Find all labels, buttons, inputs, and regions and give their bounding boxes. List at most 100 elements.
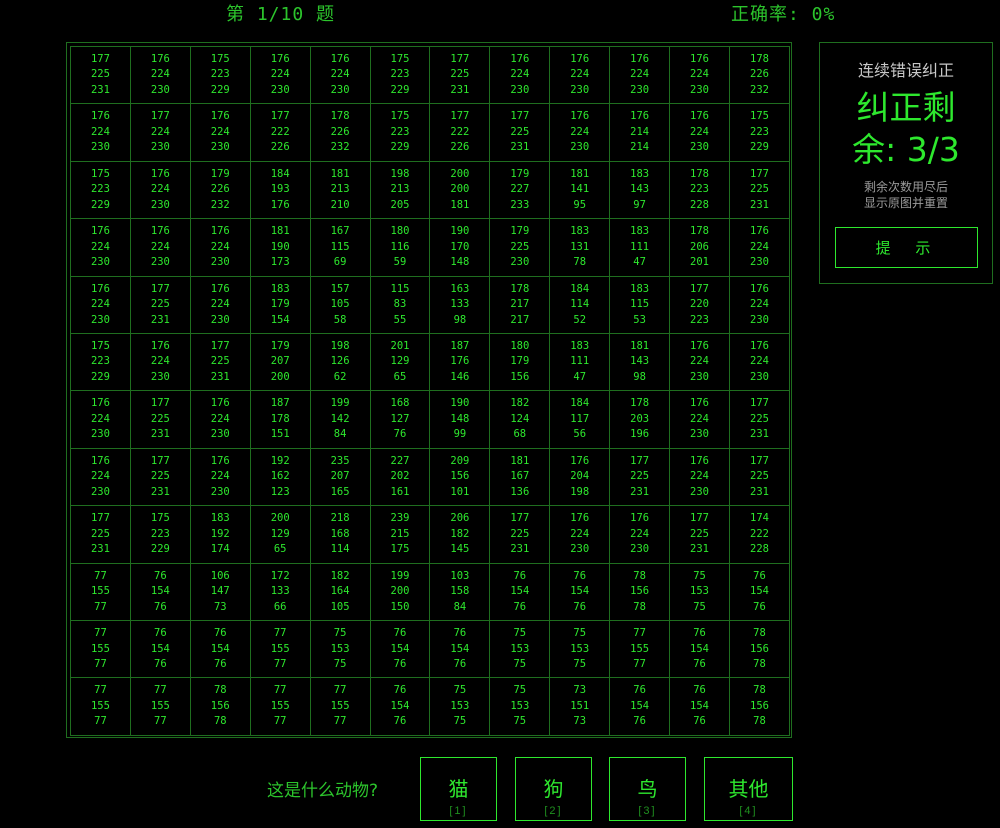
green-value: 224 <box>330 68 350 81</box>
blue-value: 58 <box>333 313 347 326</box>
red-value: 183 <box>270 282 290 295</box>
answer-label: 其他 <box>728 776 769 801</box>
green-value: 223 <box>90 183 110 196</box>
blue-value: 84 <box>453 600 467 613</box>
pixel-cell: 187 176 146 <box>429 333 491 392</box>
hint-button[interactable]: 提 示 <box>834 227 978 268</box>
pixel-cell: 176 224 230 <box>728 275 791 335</box>
red-value: 175 <box>90 167 110 180</box>
blue-value: 78 <box>753 715 766 728</box>
green-value: 225 <box>150 298 170 311</box>
blue-value: 52 <box>573 313 587 326</box>
blue-value: 47 <box>573 370 587 383</box>
blue-value: 53 <box>633 313 646 326</box>
answer-key: [1] <box>449 804 468 817</box>
pixel-cell: 177 224 230 <box>129 103 191 162</box>
blue-value: 226 <box>450 141 470 154</box>
grid-row: 177 225 231 175 223 229 183 192 174 200 129 65 218 16… <box>70 505 791 564</box>
red-value: 76 <box>453 627 467 640</box>
answer-bird-button[interactable]: 鸟 [3] <box>609 757 686 821</box>
green-value: 115 <box>630 298 650 311</box>
red-value: 176 <box>150 339 170 352</box>
blue-value: 175 <box>390 543 410 556</box>
blue-value: 77 <box>633 658 646 671</box>
blue-value: 75 <box>513 658 527 671</box>
pixel-cell: 177 225 231 <box>189 333 251 392</box>
blue-value: 123 <box>270 485 290 498</box>
answer-label: 狗 <box>543 776 564 801</box>
green-value: 83 <box>393 298 407 311</box>
blue-value: 229 <box>750 141 769 154</box>
red-value: 206 <box>450 512 470 525</box>
red-value: 177 <box>90 512 110 525</box>
red-value: 199 <box>390 569 410 582</box>
blue-value: 226 <box>270 141 290 154</box>
green-value: 127 <box>390 412 410 425</box>
pixel-cell: 75 153 75 <box>549 620 611 679</box>
green-value: 224 <box>150 240 170 253</box>
green-value: 223 <box>150 527 170 540</box>
blue-value: 230 <box>750 256 769 269</box>
pixel-cell: 176 204 198 <box>549 447 611 507</box>
blue-value: 230 <box>90 141 110 154</box>
red-value: 235 <box>330 454 350 467</box>
blue-value: 231 <box>510 543 530 556</box>
green-value: 141 <box>570 183 590 196</box>
red-value: 176 <box>330 52 350 65</box>
red-value: 180 <box>390 225 410 238</box>
pixel-cell: 176 224 230 <box>669 45 730 105</box>
pixel-cell: 76 154 76 <box>129 620 191 679</box>
pixel-cell: 176 224 230 <box>70 103 131 162</box>
green-value: 224 <box>90 240 110 253</box>
green-value: 153 <box>450 699 470 712</box>
answer-cat-button[interactable]: 猫 [1] <box>420 757 497 821</box>
pixel-cell: 182 164 105 <box>309 562 371 622</box>
green-value: 224 <box>750 240 769 253</box>
red-value: 176 <box>90 454 110 467</box>
pixel-cell: 181 143 98 <box>609 333 671 392</box>
blue-value: 232 <box>330 141 350 154</box>
blue-value: 230 <box>150 370 170 383</box>
pixel-cell: 181 213 210 <box>309 160 371 220</box>
green-value: 204 <box>570 470 590 483</box>
blue-value: 55 <box>393 313 407 326</box>
red-value: 177 <box>270 110 290 123</box>
pixel-cell: 175 223 229 <box>70 160 131 220</box>
green-value: 154 <box>150 585 170 598</box>
blue-value: 223 <box>690 313 709 326</box>
blue-value: 230 <box>210 141 230 154</box>
blue-value: 75 <box>573 658 587 671</box>
blue-value: 198 <box>570 485 590 498</box>
blue-value: 231 <box>750 485 769 498</box>
answer-other-button[interactable]: 其他 [4] <box>704 757 793 821</box>
blue-value: 231 <box>750 428 769 441</box>
pixel-cell: 176 224 230 <box>70 390 131 449</box>
pixel-cell: 175 223 229 <box>189 45 251 105</box>
green-value: 224 <box>630 527 650 540</box>
pixel-cell: 176 224 230 <box>129 333 191 392</box>
green-value: 225 <box>630 470 650 483</box>
red-value: 176 <box>750 225 769 238</box>
green-value: 223 <box>390 68 410 81</box>
pixel-cell: 78 156 78 <box>189 677 251 736</box>
green-value: 156 <box>750 699 769 712</box>
blue-value: 231 <box>90 543 110 556</box>
blue-value: 77 <box>273 658 287 671</box>
red-value: 76 <box>693 684 706 697</box>
blue-value: 231 <box>690 543 709 556</box>
green-value: 156 <box>630 585 650 598</box>
answer-dog-button[interactable]: 狗 [2] <box>515 757 592 821</box>
pixel-cell: 115 83 55 <box>369 275 431 335</box>
red-value: 78 <box>213 684 227 697</box>
blue-value: 76 <box>154 600 167 613</box>
green-value: 214 <box>630 125 650 138</box>
red-value: 179 <box>510 167 530 180</box>
blue-value: 150 <box>390 600 410 613</box>
red-value: 183 <box>630 167 650 180</box>
red-value: 177 <box>150 397 170 410</box>
red-value: 178 <box>690 167 709 180</box>
green-value: 153 <box>330 642 350 655</box>
green-value: 213 <box>390 183 410 196</box>
green-value: 225 <box>450 68 470 81</box>
red-value: 218 <box>330 512 350 525</box>
